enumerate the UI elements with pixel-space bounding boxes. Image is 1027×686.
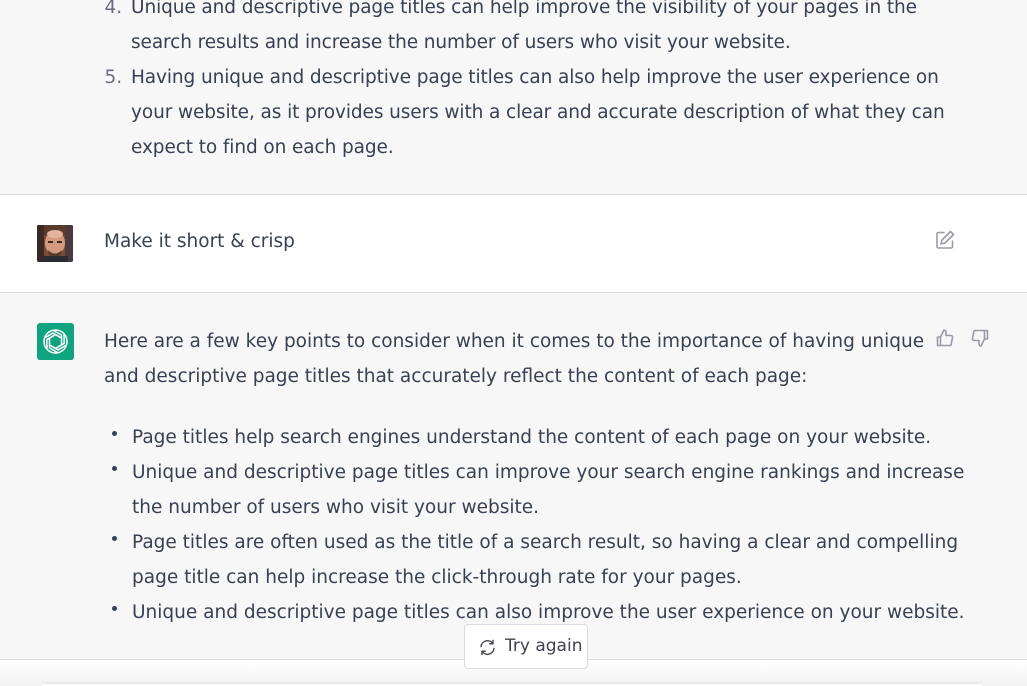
list-item-line: expect to find on each page.	[131, 137, 394, 158]
list-number: 5.	[104, 67, 123, 88]
assistant-logo-icon	[37, 323, 74, 360]
list-number: 4.	[104, 0, 123, 18]
bullet-icon	[112, 606, 117, 611]
refresh-icon	[479, 639, 496, 656]
list-item-line: search results and increase the number o…	[131, 32, 791, 53]
previous-assistant-message: 4. Unique and descriptive page titles ca…	[0, 0, 1027, 195]
list-item-text: Page titles are often used as the title …	[132, 525, 958, 595]
list-item-line: the number of users who visit your websi…	[132, 497, 539, 518]
list-item-line: Unique and descriptive page titles can h…	[131, 0, 917, 18]
list-item-line: your website, as it provides users with …	[131, 102, 945, 123]
bullet-icon	[112, 431, 117, 436]
assistant-intro-line: and descriptive page titles that accurat…	[104, 366, 808, 387]
avatar	[37, 225, 73, 262]
list-item-line: Unique and descriptive page titles can i…	[132, 462, 965, 483]
list-item-line: Having unique and descriptive page title…	[131, 67, 939, 88]
list-item-line: page title can help increase the click-t…	[132, 567, 742, 588]
list-item-line: Page titles are often used as the title …	[132, 532, 959, 553]
user-message: Make it short & crisp	[0, 195, 1027, 293]
thumbs-up-icon[interactable]	[934, 327, 956, 349]
thumbs-down-icon[interactable]	[969, 327, 991, 349]
list-item-text: Page titles help search engines understa…	[132, 420, 931, 455]
try-again-label: Try again	[505, 636, 583, 656]
user-photo	[37, 225, 73, 262]
bullet-icon	[112, 536, 117, 541]
assistant-message: Here are a few key points to consider wh…	[0, 293, 1027, 660]
list-item-text: Unique and descriptive page titles can i…	[132, 455, 964, 525]
try-again-button[interactable]: Try again	[464, 624, 588, 669]
assistant-intro: Here are a few key points to consider wh…	[104, 324, 925, 394]
edit-icon[interactable]	[934, 229, 956, 251]
chat-conversation: 4. Unique and descriptive page titles ca…	[0, 0, 1027, 686]
list-item-line: Page titles help search engines understa…	[132, 427, 932, 448]
assistant-intro-line: Here are a few key points to consider wh…	[104, 331, 925, 352]
user-message-text: Make it short & crisp	[104, 231, 295, 252]
bullet-icon	[112, 466, 117, 471]
